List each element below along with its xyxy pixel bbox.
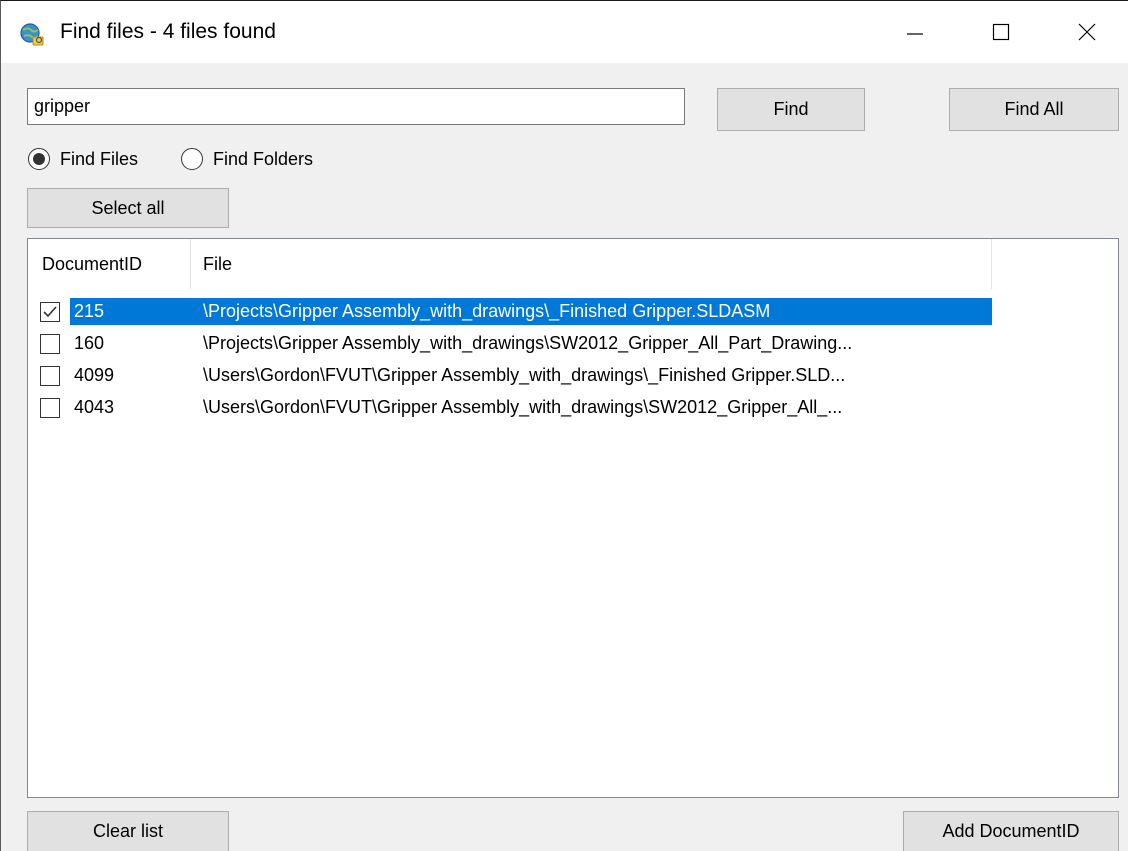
check-icon — [43, 305, 57, 317]
close-icon — [1078, 23, 1096, 41]
radio-unselected-icon — [181, 148, 203, 170]
find-files-radio[interactable]: Find Files — [28, 144, 138, 174]
table-row[interactable]: 4099 \Users\Gordon\FVUT\Gripper Assembly… — [28, 362, 992, 389]
column-header-documentid[interactable]: DocumentID — [28, 239, 191, 289]
file-cell: \Users\Gordon\FVUT\Gripper Assembly_with… — [203, 397, 843, 417]
find-button[interactable]: Find — [717, 88, 865, 131]
document-id-cell: 160 — [74, 333, 105, 353]
file-cell: \Users\Gordon\FVUT\Gripper Assembly_with… — [203, 365, 846, 385]
row-checkbox[interactable] — [40, 397, 60, 418]
file-cell: \Projects\Gripper Assembly_with_drawings… — [203, 333, 853, 353]
radio-selected-icon — [28, 148, 50, 170]
row-checkbox[interactable] — [40, 301, 60, 322]
list-header: DocumentID File — [28, 239, 992, 289]
column-header-file[interactable]: File — [191, 239, 992, 289]
results-list[interactable]: DocumentID File 215 \Projects\Gripper As… — [27, 238, 1119, 798]
file-cell: \Projects\Gripper Assembly_with_drawings… — [191, 298, 992, 325]
window-title: Find files - 4 files found — [60, 20, 276, 43]
find-files-label: Find Files — [60, 148, 139, 169]
maximize-button[interactable] — [973, 1, 1029, 63]
table-row[interactable]: 215 \Projects\Gripper Assembly_with_draw… — [28, 298, 992, 325]
document-id-cell: 4099 — [74, 365, 115, 385]
select-all-button[interactable]: Select all — [27, 188, 229, 228]
minimize-icon — [907, 33, 923, 35]
maximize-icon — [992, 23, 1010, 41]
table-row[interactable]: 4043 \Users\Gordon\FVUT\Gripper Assembly… — [28, 394, 992, 421]
search-input[interactable] — [27, 88, 685, 125]
row-checkbox[interactable] — [40, 333, 60, 354]
find-folders-label: Find Folders — [213, 148, 314, 169]
close-button[interactable] — [1059, 1, 1115, 63]
find-files-window: Find files - 4 files found Find Find All… — [0, 0, 1128, 851]
add-documentid-button[interactable]: Add DocumentID — [903, 811, 1119, 851]
title-bar[interactable]: Find files - 4 files found — [1, 1, 1128, 63]
find-folders-radio[interactable]: Find Folders — [181, 144, 313, 174]
row-checkbox[interactable] — [40, 365, 60, 386]
document-id-cell: 215 — [70, 298, 191, 325]
globe-search-icon — [20, 23, 44, 46]
document-id-cell: 4043 — [74, 397, 115, 417]
find-all-button[interactable]: Find All — [949, 88, 1119, 131]
clear-list-button[interactable]: Clear list — [27, 811, 229, 851]
table-row[interactable]: 160 \Projects\Gripper Assembly_with_draw… — [28, 330, 992, 357]
minimize-button[interactable] — [887, 1, 943, 63]
